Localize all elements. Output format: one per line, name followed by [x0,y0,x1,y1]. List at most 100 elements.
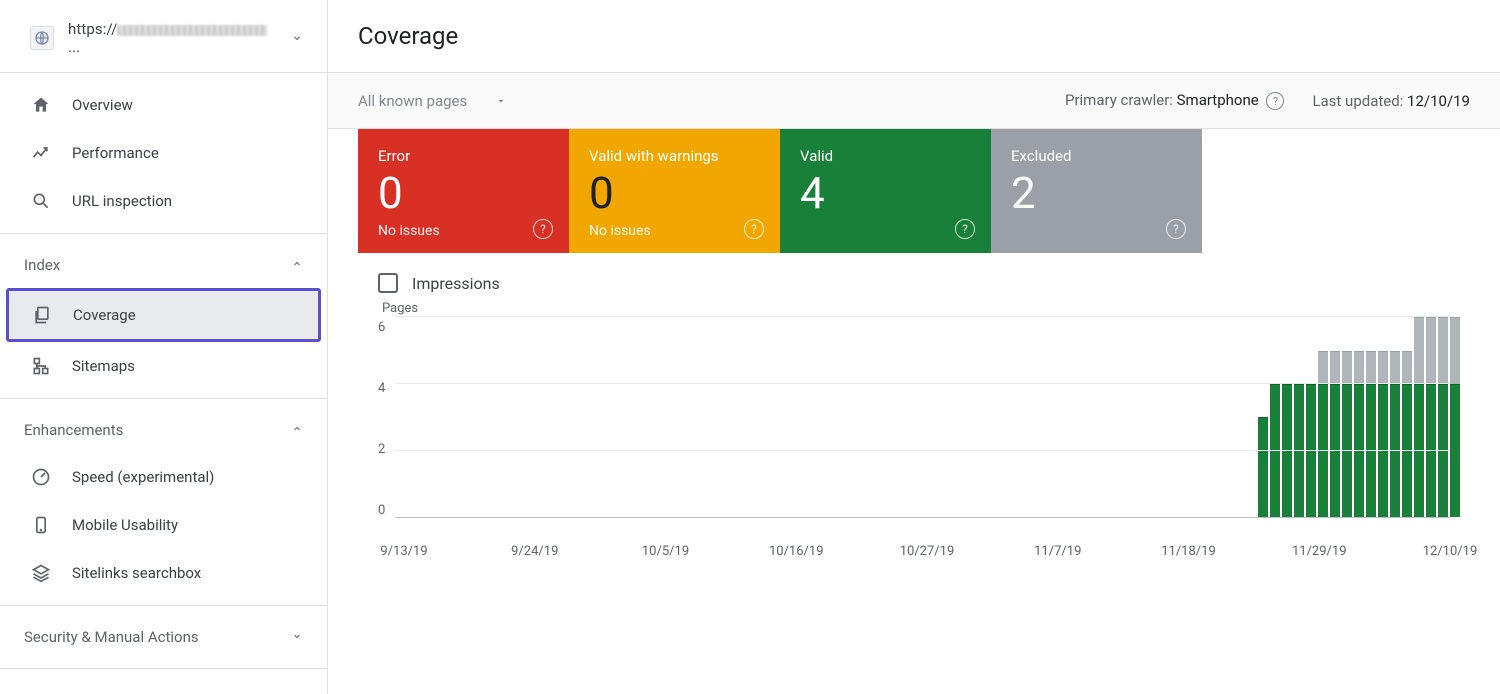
chart-bars [395,318,1450,517]
status-card-value: 2 [1011,169,1182,217]
gauge-icon [30,466,52,488]
help-icon[interactable]: ? [1166,219,1186,239]
pages-filter-dropdown[interactable]: All known pages [358,92,507,110]
y-tick: 2 [378,442,385,457]
chart-bar[interactable] [1402,351,1412,518]
sidebar-item-url-inspection[interactable]: URL inspection [0,177,327,225]
sidebar-item-sitelinks-searchbox[interactable]: Sitelinks searchbox [0,549,327,597]
mobile-icon [30,514,52,536]
status-card-subtext: No issues [589,223,760,239]
x-tick: 11/18/19 [1161,544,1216,559]
y-tick: 6 [378,320,385,335]
nav-section-enhancements: Enhancements Speed (experimental) Mobile… [0,399,327,606]
help-icon[interactable]: ? [744,219,764,239]
x-tick: 10/27/19 [900,544,955,559]
sidebar-item-speed[interactable]: Speed (experimental) [0,453,327,501]
status-card-valid[interactable]: Valid 4 ? [780,129,991,253]
sidebar-item-sitemaps[interactable]: Sitemaps [0,342,327,390]
impressions-row: Impressions [358,253,1470,301]
x-tick: 11/7/19 [1034,544,1081,559]
status-card-value: 0 [378,169,549,217]
page-header: Coverage [328,0,1500,73]
chart-bar[interactable] [1342,351,1352,518]
chart-bar[interactable] [1426,317,1436,517]
chevron-down-icon [495,95,507,107]
help-icon[interactable]: ? [1266,92,1284,110]
section-header-security[interactable]: Security & Manual Actions [0,614,327,660]
property-selector[interactable]: https://... [0,0,327,73]
chart-bar[interactable] [1258,417,1268,517]
last-updated-label: Last updated: [1312,92,1407,110]
chart-plot [395,318,1450,518]
property-url-blurred [117,25,267,36]
sidebar: https://... Overview Performance URL ins… [0,0,328,694]
sidebar-item-mobile-usability[interactable]: Mobile Usability [0,501,327,549]
sidebar-item-label: Coverage [73,306,136,324]
chart: Pages 6 4 2 0 9/13/19 9/24/19 10/5/19 10/16/19… [358,301,1470,562]
search-icon [30,190,52,212]
chart-bar[interactable] [1318,351,1328,518]
help-icon[interactable]: ? [955,219,975,239]
primary-crawler-value: Smartphone [1177,91,1259,109]
status-card-excluded[interactable]: Excluded 2 ? [991,129,1202,253]
property-url-prefix: https:// [68,20,117,38]
section-header-label: Index [24,256,60,274]
sitemap-icon [30,355,52,377]
sidebar-item-label: URL inspection [72,192,172,210]
chart-bar[interactable] [1378,351,1388,518]
chart-bar[interactable] [1354,351,1364,518]
sidebar-item-overview[interactable]: Overview [0,81,327,129]
status-card-subtext: No issues [378,223,549,239]
layers-icon [30,562,52,584]
status-card-subtext [1011,223,1182,239]
chart-y-axis: 6 4 2 0 [378,318,395,518]
x-tick: 10/16/19 [769,544,824,559]
section-header-label: Security & Manual Actions [24,628,199,646]
chevron-down-icon [291,29,303,48]
status-card-value: 0 [589,169,760,217]
chart-bar[interactable] [1438,317,1448,517]
chart-ylabel: Pages [382,301,1450,316]
filter-bar: All known pages Primary crawler: Smartph… [328,73,1500,129]
section-header-enhancements[interactable]: Enhancements [0,407,327,453]
chevron-up-icon [291,256,303,274]
status-card-error[interactable]: Error 0 No issues ? [358,129,569,253]
status-card-label: Error [378,147,549,165]
chart-bar[interactable] [1414,317,1424,517]
x-tick: 10/5/19 [642,544,689,559]
sidebar-item-label: Speed (experimental) [72,468,214,486]
chart-bar[interactable] [1450,317,1460,517]
sidebar-item-label: Sitelinks searchbox [72,564,201,582]
help-icon[interactable]: ? [533,219,553,239]
page-title: Coverage [358,22,1470,50]
sidebar-item-label: Overview [72,96,133,114]
x-tick: 9/24/19 [511,544,558,559]
sidebar-item-label: Mobile Usability [72,516,178,534]
y-tick: 0 [378,503,385,518]
home-icon [30,94,52,116]
status-card-label: Valid [800,147,971,165]
last-updated-info: Last updated: 12/10/19 [1312,92,1470,110]
content-panel: Error 0 No issues ? Valid with warnings … [358,129,1470,562]
sidebar-item-performance[interactable]: Performance [0,129,327,177]
status-card-warning[interactable]: Valid with warnings 0 No issues ? [569,129,780,253]
y-tick: 4 [378,381,385,396]
status-card-subtext [800,223,971,239]
sidebar-item-coverage[interactable]: Coverage [9,291,318,339]
impressions-label: Impressions [412,274,500,293]
nav-section-top: Overview Performance URL inspection [0,73,327,234]
x-tick: 9/13/19 [380,544,427,559]
section-header-label: Enhancements [24,421,123,439]
status-card-value: 4 [800,169,971,217]
chart-bar[interactable] [1390,351,1400,518]
impressions-checkbox[interactable] [378,273,398,293]
chart-bar[interactable] [1366,351,1376,518]
section-header-index[interactable]: Index [0,242,327,288]
sidebar-item-coverage-highlight: Coverage [6,288,321,342]
chevron-down-icon [291,628,303,646]
status-card-label: Excluded [1011,147,1182,165]
x-tick: 11/29/19 [1292,544,1347,559]
chart-bar[interactable] [1330,351,1340,518]
sidebar-item-label: Performance [72,144,159,162]
nav-section-index: Index Coverage Sitemaps [0,234,327,399]
